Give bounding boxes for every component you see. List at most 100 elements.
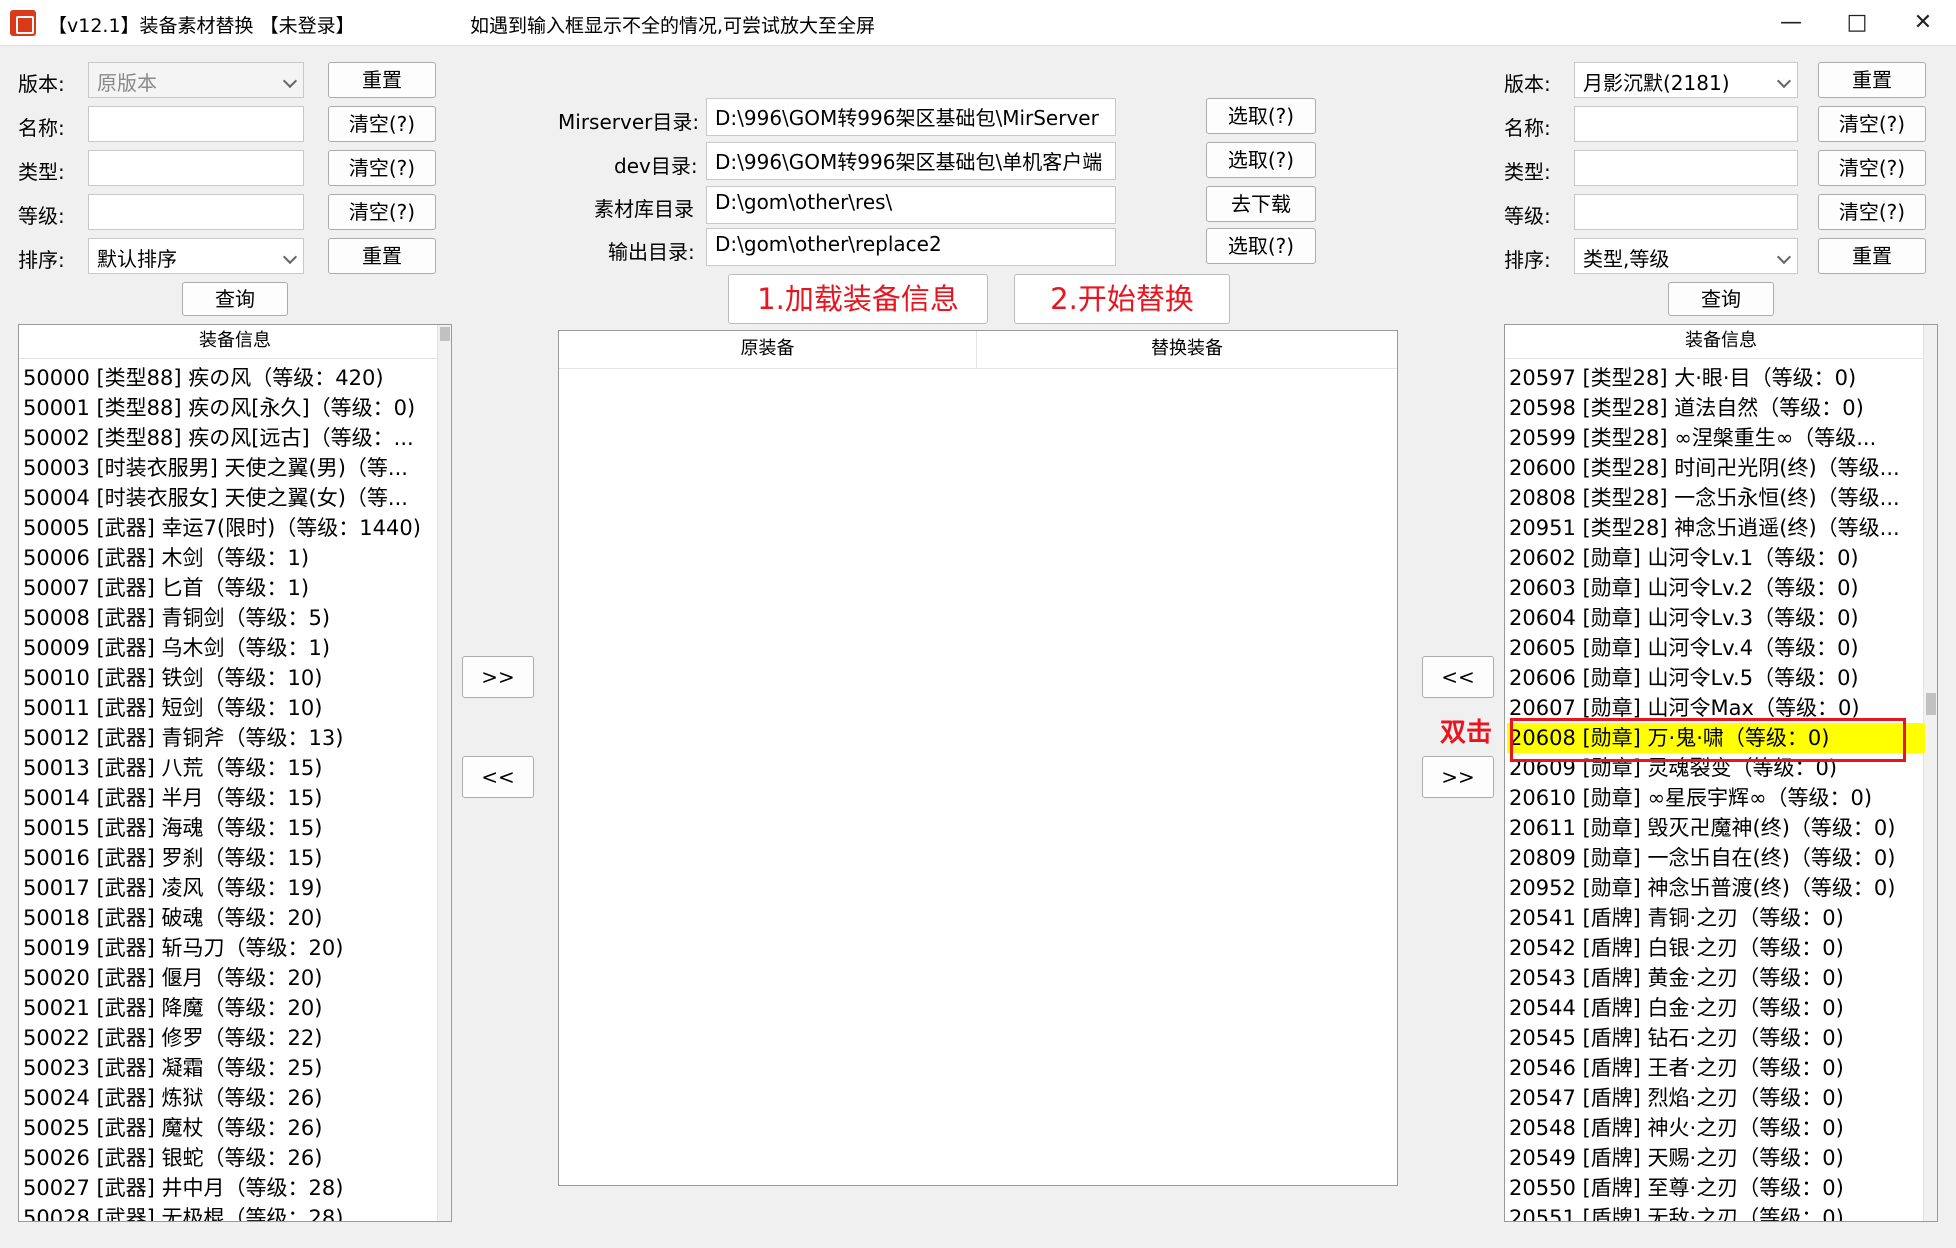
left-list-item[interactable]: 50022 [武器] 修罗（等级：22) <box>23 1023 427 1053</box>
right-level-clear-button[interactable]: 清空(?) <box>1818 194 1926 230</box>
maximize-icon[interactable]: □ <box>1824 0 1890 46</box>
left-list-item[interactable]: 50016 [武器] 罗刹（等级：15) <box>23 843 427 873</box>
left-scroll-thumb[interactable] <box>440 327 450 341</box>
right-list-item[interactable]: 20605 [勋章] 山河令Lv.4（等级：0) <box>1509 633 1913 663</box>
left-list-item[interactable]: 50004 [时装衣服女] 天使之翼(女)（等... <box>23 483 427 513</box>
right-name-clear-button[interactable]: 清空(?) <box>1818 106 1926 142</box>
close-icon[interactable]: ✕ <box>1890 0 1956 46</box>
right-sort-select[interactable]: 类型,等级 <box>1574 238 1798 274</box>
left-list-item[interactable]: 50000 [类型88] 疾の风（等级：420) <box>23 363 427 393</box>
left-type-input[interactable] <box>88 150 304 186</box>
left-list-item[interactable]: 50003 [时装衣服男] 天使之翼(男)（等... <box>23 453 427 483</box>
left-version-reset-button[interactable]: 重置 <box>328 62 436 98</box>
right-list-item[interactable]: 20952 [勋章] 神念卐普渡(终)（等级：0) <box>1509 873 1913 903</box>
left-list-item[interactable]: 50008 [武器] 青铜剑（等级：5) <box>23 603 427 633</box>
right-list-item[interactable]: 20809 [勋章] 一念卐自在(终)（等级：0) <box>1509 843 1913 873</box>
right-list-item[interactable]: 20545 [盾牌] 钻石·之刃（等级：0) <box>1509 1023 1913 1053</box>
right-list-item[interactable]: 20604 [勋章] 山河令Lv.3（等级：0) <box>1509 603 1913 633</box>
output-pick-button[interactable]: 选取(?) <box>1206 228 1316 264</box>
right-level-input[interactable] <box>1574 194 1798 230</box>
right-version-select[interactable]: 月影沉默(2181) <box>1574 62 1798 98</box>
left-list-item[interactable]: 50005 [武器] 幸运7(限时)（等级：1440) <box>23 513 427 543</box>
right-list-scrollbar[interactable] <box>1923 325 1937 1221</box>
left-list-item[interactable]: 50024 [武器] 炼狱（等级：26) <box>23 1083 427 1113</box>
right-list-item[interactable]: 20550 [盾牌] 至尊·之刃（等级：0) <box>1509 1173 1913 1203</box>
replace-mapping-table[interactable]: 原装备 替换装备 <box>558 330 1398 1186</box>
right-list-item[interactable]: 20607 [勋章] 山河令Max（等级：0) <box>1509 693 1913 723</box>
mirserver-path-input[interactable]: D:\996\GOM转996架区基础包\MirServer <box>706 98 1116 136</box>
left-type-clear-button[interactable]: 清空(?) <box>328 150 436 186</box>
minimize-icon[interactable]: — <box>1758 0 1824 46</box>
left-list-item[interactable]: 50020 [武器] 偃月（等级：20) <box>23 963 427 993</box>
start-replace-button[interactable]: 2.开始替换 <box>1014 274 1230 324</box>
left-list-item[interactable]: 50011 [武器] 短剑（等级：10) <box>23 693 427 723</box>
left-list-item[interactable]: 50019 [武器] 斩马刀（等级：20) <box>23 933 427 963</box>
res-download-button[interactable]: 去下载 <box>1206 186 1316 222</box>
right-list-item[interactable]: 20547 [盾牌] 烈焰·之刃（等级：0) <box>1509 1083 1913 1113</box>
left-list-item[interactable]: 50027 [武器] 井中月（等级：28) <box>23 1173 427 1203</box>
left-list-item[interactable]: 50014 [武器] 半月（等级：15) <box>23 783 427 813</box>
right-list-item[interactable]: 20610 [勋章] ∞星辰宇辉∞（等级：0) <box>1509 783 1913 813</box>
right-list-item[interactable]: 20541 [盾牌] 青铜·之刃（等级：0) <box>1509 903 1913 933</box>
left-name-clear-button[interactable]: 清空(?) <box>328 106 436 142</box>
left-list-item[interactable]: 50021 [武器] 降魔（等级：20) <box>23 993 427 1023</box>
left-list-item[interactable]: 50028 [武器] 无极棍（等级：28) <box>23 1203 427 1221</box>
column-replace[interactable]: 替换装备 <box>977 331 1397 369</box>
column-original[interactable]: 原装备 <box>559 331 977 369</box>
left-list-item[interactable]: 50012 [武器] 青铜斧（等级：13) <box>23 723 427 753</box>
dev-pick-button[interactable]: 选取(?) <box>1206 142 1316 178</box>
right-list-item[interactable]: 20606 [勋章] 山河令Lv.5（等级：0) <box>1509 663 1913 693</box>
right-scroll-thumb[interactable] <box>1926 693 1936 715</box>
right-list-item[interactable]: 20598 [类型28] 道法自然（等级：0) <box>1509 393 1913 423</box>
left-equipment-list[interactable]: 装备信息 50000 [类型88] 疾の风（等级：420) 50001 [类型88… <box>18 324 452 1222</box>
right-list-item[interactable]: 20611 [勋章] 毁灭卍魔神(终)（等级：0) <box>1509 813 1913 843</box>
right-list-item[interactable]: 20600 [类型28] 时间卍光阴(终)（等级... <box>1509 453 1913 483</box>
right-list-item[interactable]: 20551 [盾牌] 无敌·之刃（等级：0) <box>1509 1203 1913 1221</box>
left-list-item[interactable]: 50007 [武器] 匕首（等级：1) <box>23 573 427 603</box>
left-list-item[interactable]: 50006 [武器] 木剑（等级：1) <box>23 543 427 573</box>
right-list-item[interactable]: 20546 [盾牌] 王者·之刃（等级：0) <box>1509 1053 1913 1083</box>
left-list-item[interactable]: 50001 [类型88] 疾の风[永久]（等级：0) <box>23 393 427 423</box>
right-list-item[interactable]: 20542 [盾牌] 白银·之刃（等级：0) <box>1509 933 1913 963</box>
right-list-item[interactable]: 20608 [勋章] 万·鬼·啸（等级：0) <box>1507 723 1925 753</box>
right-list-item[interactable]: 20609 [勋章] 灵魂裂变（等级：0) <box>1509 753 1913 783</box>
left-version-select[interactable]: 原版本 <box>88 62 304 98</box>
left-list-item[interactable]: 50015 [武器] 海魂（等级：15) <box>23 813 427 843</box>
right-list-item[interactable]: 20599 [类型28] ∞涅槃重生∞（等级... <box>1509 423 1913 453</box>
right-type-input[interactable] <box>1574 150 1798 186</box>
right-sort-reset-button[interactable]: 重置 <box>1818 238 1926 274</box>
right-name-input[interactable] <box>1574 106 1798 142</box>
res-path-input[interactable]: D:\gom\other\res\ <box>706 186 1116 224</box>
right-version-reset-button[interactable]: 重置 <box>1818 62 1926 98</box>
right-list-item[interactable]: 20603 [勋章] 山河令Lv.2（等级：0) <box>1509 573 1913 603</box>
left-level-input[interactable] <box>88 194 304 230</box>
right-equipment-list[interactable]: 装备信息 20597 [类型28] 大·眼·目（等级：0) 20598 [类型28… <box>1504 324 1938 1222</box>
move-left-button-right-side[interactable]: << <box>1422 656 1494 698</box>
right-type-clear-button[interactable]: 清空(?) <box>1818 150 1926 186</box>
left-list-item[interactable]: 50002 [类型88] 疾の风[远古]（等级：... <box>23 423 427 453</box>
right-list-item[interactable]: 20951 [类型28] 神念卐逍遥(终)（等级... <box>1509 513 1913 543</box>
left-list-item[interactable]: 50013 [武器] 八荒（等级：15) <box>23 753 427 783</box>
right-list-item[interactable]: 20543 [盾牌] 黄金·之刃（等级：0) <box>1509 963 1913 993</box>
move-right-button[interactable]: >> <box>462 656 534 698</box>
left-list-item[interactable]: 50026 [武器] 银蛇（等级：26) <box>23 1143 427 1173</box>
dev-path-input[interactable]: D:\996\GOM转996架区基础包\单机客户端 <box>706 142 1116 180</box>
left-list-item[interactable]: 50010 [武器] 铁剑（等级：10) <box>23 663 427 693</box>
left-list-scrollbar[interactable] <box>437 325 451 1221</box>
left-list-item[interactable]: 50009 [武器] 乌木剑（等级：1) <box>23 633 427 663</box>
right-query-button[interactable]: 查询 <box>1668 282 1774 316</box>
right-list-item[interactable]: 20548 [盾牌] 神火·之刃（等级：0) <box>1509 1113 1913 1143</box>
left-list-item[interactable]: 50023 [武器] 凝霜（等级：25) <box>23 1053 427 1083</box>
right-list-item[interactable]: 20544 [盾牌] 白金·之刃（等级：0) <box>1509 993 1913 1023</box>
move-right-button-right-side[interactable]: >> <box>1422 756 1494 798</box>
right-list-item[interactable]: 20602 [勋章] 山河令Lv.1（等级：0) <box>1509 543 1913 573</box>
left-list-item[interactable]: 50017 [武器] 凌风（等级：19) <box>23 873 427 903</box>
left-level-clear-button[interactable]: 清空(?) <box>328 194 436 230</box>
left-list-item[interactable]: 50025 [武器] 魔杖（等级：26) <box>23 1113 427 1143</box>
move-left-button[interactable]: << <box>462 756 534 798</box>
left-name-input[interactable] <box>88 106 304 142</box>
mirserver-pick-button[interactable]: 选取(?) <box>1206 98 1316 134</box>
output-path-input[interactable]: D:\gom\other\replace2 <box>706 228 1116 266</box>
load-equipment-button[interactable]: 1.加载装备信息 <box>728 274 988 324</box>
left-sort-reset-button[interactable]: 重置 <box>328 238 436 274</box>
